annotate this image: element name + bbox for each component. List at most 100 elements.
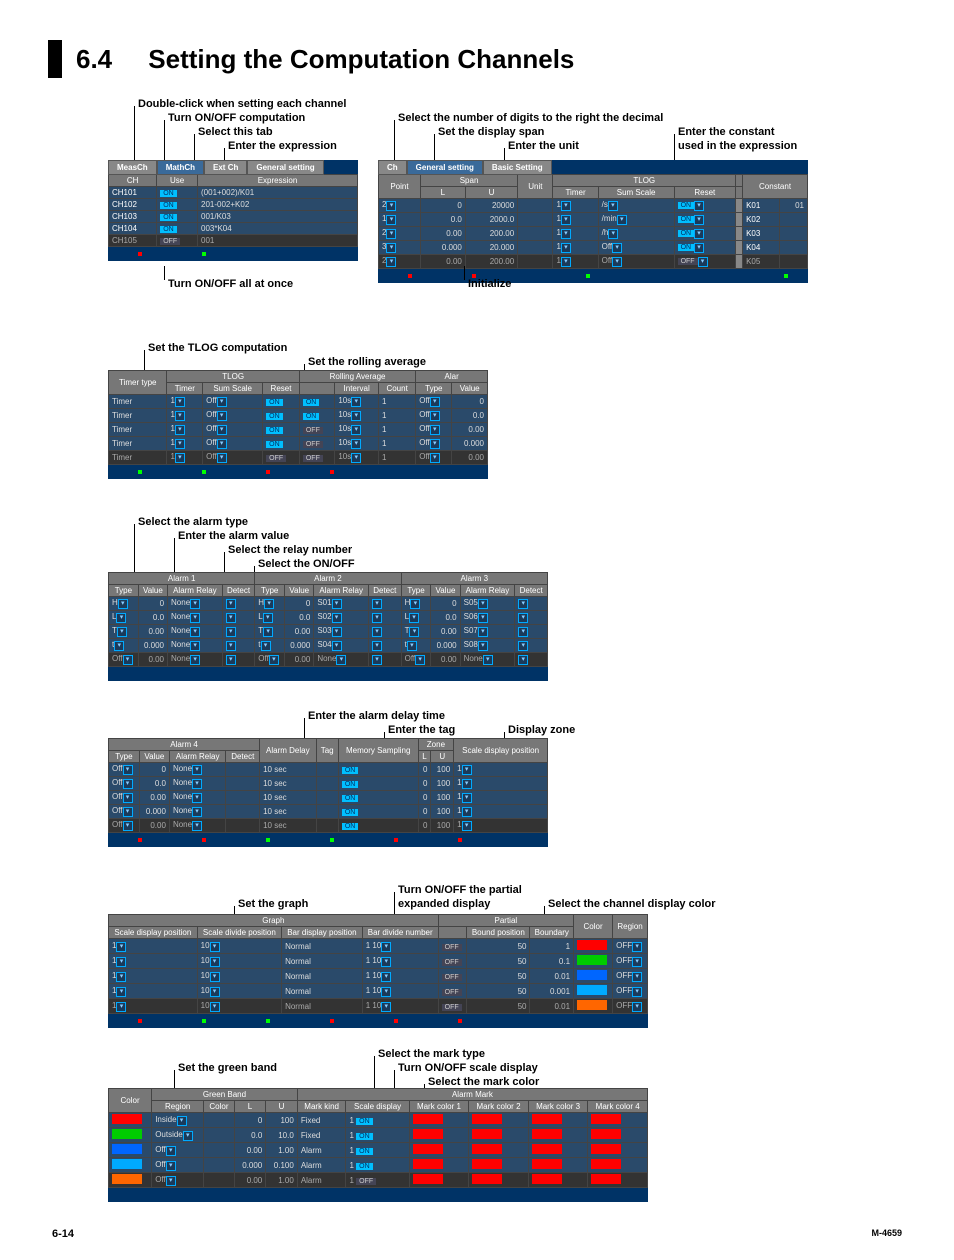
zone-u[interactable]: 100 [431,805,454,819]
use-cell[interactable]: ON [157,199,198,211]
dropdown-icon[interactable]: ▾ [190,627,200,637]
a3-detect[interactable]: ▾ [515,639,548,653]
region[interactable]: OFF▾ [613,984,648,999]
dropdown-icon[interactable]: ▾ [386,229,396,239]
sumscale[interactable]: Off▾ [203,423,263,437]
timer-cell[interactable]: 1▾ [553,213,598,227]
mc2[interactable] [469,1158,529,1173]
atype[interactable]: Off▾ [416,423,452,437]
dropdown-icon[interactable]: ▾ [561,243,571,253]
on-toggle[interactable]: ON [678,202,695,209]
avalue[interactable]: 0.000 [452,437,488,451]
bdn[interactable]: 1 10▾ [362,999,438,1014]
dropdown-icon[interactable]: ▾ [226,641,236,651]
tab-gen2[interactable]: General setting [407,160,483,175]
a3-val[interactable]: 0.00 [431,625,460,639]
atype[interactable]: Off▾ [416,409,452,423]
use-cell[interactable]: ON [157,211,198,223]
a1-val[interactable]: 0.00 [138,625,167,639]
zone-u[interactable]: 100 [431,791,454,805]
a2-relay[interactable]: None▾ [314,653,369,667]
a2-detect[interactable]: ▾ [369,639,402,653]
dropdown-icon[interactable]: ▾ [226,613,236,623]
dropdown-icon[interactable]: ▾ [608,229,618,239]
boundary[interactable]: 0.001 [530,984,574,999]
a4-relay[interactable]: None▾ [169,805,226,819]
point-cell[interactable]: 1▾ [379,213,421,227]
a4-type[interactable]: Off▾ [109,777,140,791]
bdn[interactable]: 1 10▾ [362,954,438,969]
gb-u[interactable]: 100 [266,1113,298,1128]
a4-val[interactable]: 0.00 [139,819,169,833]
partial[interactable]: OFF [438,984,467,999]
dropdown-icon[interactable]: ▾ [192,765,202,775]
a2-val[interactable]: 0 [285,597,314,611]
color[interactable] [574,939,613,954]
a2-type[interactable]: Off▾ [255,653,285,667]
off-toggle[interactable]: OFF [678,258,698,265]
a1-val[interactable]: 0.0 [138,611,167,625]
memsamp[interactable]: ON [338,777,418,791]
dropdown-icon[interactable]: ▾ [409,613,419,623]
boundpos[interactable]: 50 [467,999,530,1014]
sumscale-cell[interactable]: /h▾ [598,227,674,241]
span-u[interactable]: 200.00 [465,255,517,269]
dropdown-icon[interactable]: ▾ [612,257,622,267]
region[interactable]: OFF▾ [613,999,648,1014]
tag[interactable] [316,777,338,791]
a4-type[interactable]: Off▾ [109,763,140,777]
mc3[interactable] [528,1143,588,1158]
dropdown-icon[interactable]: ▾ [116,942,126,952]
a3-relay[interactable]: S05▾ [460,597,515,611]
off-toggle[interactable]: OFF [266,455,286,462]
on-toggle[interactable]: ON [342,795,359,802]
avalue[interactable]: 0 [452,395,488,409]
dropdown-icon[interactable]: ▾ [175,439,185,449]
a2-type[interactable]: T▾ [255,625,285,639]
sdp[interactable]: 1▾ [109,939,198,954]
dropdown-icon[interactable]: ▾ [116,613,126,623]
a1-val[interactable]: 0.00 [138,653,167,667]
dropdown-icon[interactable]: ▾ [632,942,642,952]
tab-gen[interactable]: General setting [247,160,323,175]
sdp[interactable]: 1▾ [454,791,548,805]
a2-relay[interactable]: S03▾ [314,625,369,639]
a3-val[interactable]: 0.0 [431,611,460,625]
gb-u[interactable]: 1.00 [266,1143,298,1158]
zone-u[interactable]: 100 [431,819,454,833]
scaledisp[interactable]: 1 ON [346,1113,409,1128]
gb-u[interactable]: 10.0 [266,1128,298,1143]
bdp[interactable]: Normal [282,939,363,954]
boundary[interactable]: 0.1 [530,954,574,969]
dropdown-icon[interactable]: ▾ [381,942,391,952]
a2-val[interactable]: 0.00 [285,625,314,639]
interval[interactable]: 10s▾ [335,395,379,409]
dropdown-icon[interactable]: ▾ [351,425,361,435]
mc1[interactable] [409,1158,469,1173]
use-cell[interactable]: ON [157,223,198,235]
dropdown-icon[interactable]: ▾ [116,987,126,997]
span-l[interactable]: 0.0 [420,213,465,227]
k-value[interactable] [780,255,808,269]
use-cell[interactable]: ON [157,187,198,199]
a4-detect[interactable] [226,791,260,805]
gb-u[interactable]: 0.100 [266,1158,298,1173]
ch-cell[interactable]: CH103 [109,211,157,223]
rollavg[interactable]: OFF [299,423,334,437]
unit-cell[interactable] [518,199,553,213]
dropdown-icon[interactable]: ▾ [410,599,420,609]
dropdown-icon[interactable]: ▾ [409,627,419,637]
expr-cell[interactable]: 201-002+K02 [198,199,358,211]
atype[interactable]: Off▾ [416,395,452,409]
dropdown-icon[interactable]: ▾ [217,411,227,421]
markkind[interactable]: Fixed [297,1113,346,1128]
on-toggle[interactable]: ON [303,413,320,420]
dropdown-icon[interactable]: ▾ [430,397,440,407]
dropdown-icon[interactable]: ▾ [632,987,642,997]
a1-type[interactable]: T▾ [109,625,139,639]
a3-val[interactable]: 0 [431,597,460,611]
dropdown-icon[interactable]: ▾ [478,627,488,637]
reset[interactable]: OFF [263,451,300,465]
span-l[interactable]: 0 [420,199,465,213]
timer[interactable]: 1▾ [167,451,203,465]
